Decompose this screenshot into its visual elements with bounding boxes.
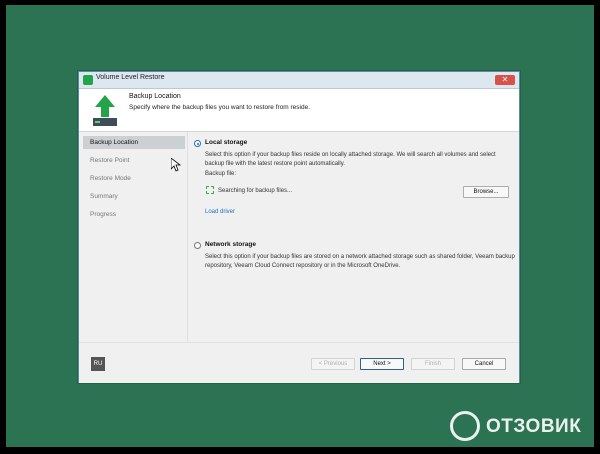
watermark-text: ОТЗОВИК [486,416,582,437]
volume-restore-dialog: Volume Level Restore ✕ Backup Location S… [78,71,520,383]
otzovik-logo-icon [450,411,480,441]
wizard-content: Local storage Select this option if your… [187,132,519,342]
loading-spinner-icon [206,186,214,194]
step-restore-mode[interactable]: Restore Mode [83,172,185,185]
mouse-pointer-icon [171,158,181,172]
previous-button[interactable]: < Previous [311,358,355,370]
header-subtitle: Specify where the backup files you want … [129,104,311,111]
step-summary[interactable]: Summary [83,190,185,203]
load-driver-link[interactable]: Load driver [205,209,235,215]
wizard-footer: RU < Previous Next > Finish Cancel [79,342,519,383]
step-restore-point[interactable]: Restore Point [83,154,185,167]
close-button[interactable]: ✕ [495,75,515,85]
local-storage-label[interactable]: Local storage [205,139,247,146]
backup-file-label: Backup file: [205,171,237,177]
browse-button[interactable]: Browse... [463,186,509,198]
network-storage-radio[interactable] [194,242,201,249]
network-storage-description: Select this option if your backup files … [205,254,515,269]
local-storage-description: Select this option if your backup files … [205,152,496,167]
network-storage-label[interactable]: Network storage [205,241,256,248]
backup-location-icon [93,95,117,126]
step-progress[interactable]: Progress [83,208,185,221]
local-storage-radio[interactable] [194,140,201,147]
wizard-header: Backup Location Specify where the backup… [79,89,519,132]
otzovik-watermark: ОТЗОВИК [450,410,590,446]
step-backup-location[interactable]: Backup Location [83,136,185,149]
title-bar: Volume Level Restore ✕ [79,72,519,89]
search-status: Searching for backup files... [218,188,293,194]
close-icon: ✕ [501,75,509,84]
finish-button[interactable]: Finish [411,358,455,370]
header-title: Backup Location [129,93,181,100]
next-button[interactable]: Next > [360,358,404,370]
language-indicator[interactable]: RU [91,357,105,371]
app-icon [83,75,93,85]
window-title: Volume Level Restore [96,74,165,81]
cancel-button[interactable]: Cancel [462,358,506,370]
